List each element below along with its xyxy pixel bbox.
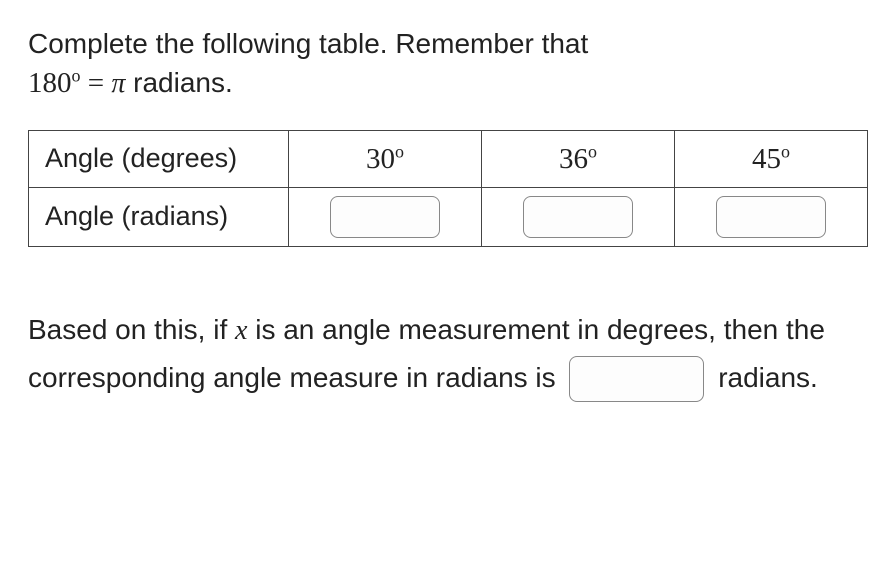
pi-symbol: π (111, 68, 125, 99)
answer-input-rad-1[interactable] (330, 196, 440, 238)
answer-input-rad-3[interactable] (716, 196, 826, 238)
row-label-radians: Angle (radians) (29, 188, 289, 247)
answer-input-rad-2[interactable] (523, 196, 633, 238)
conversion-table: Angle (degrees) 30o 36o 45o Angle (radia… (28, 130, 868, 248)
degree-cell-3: 45o (675, 130, 868, 188)
follow-chunk-3: radians. (710, 362, 817, 393)
answer-input-formula[interactable] (569, 356, 704, 402)
degree-cell-2: 36o (482, 130, 675, 188)
table-row-degrees: Angle (degrees) 30o 36o 45o (29, 130, 868, 188)
variable-x: x (235, 315, 247, 346)
instruction-line-1: Complete the following table. Remember t… (28, 28, 588, 59)
row-label-degrees: Angle (degrees) (29, 130, 289, 188)
radian-cell-3 (675, 188, 868, 247)
radian-cell-2 (482, 188, 675, 247)
follow-chunk-1: Based on this, if (28, 314, 235, 345)
radian-cell-1 (289, 188, 482, 247)
equals-sign: = (88, 67, 112, 99)
table-row-radians: Angle (radians) (29, 188, 868, 247)
instructions-text: Complete the following table. Remember t… (28, 24, 868, 104)
degree-cell-1: 30o (289, 130, 482, 188)
instruction-180: 180o (28, 67, 88, 99)
follow-up-question: Based on this, if x is an angle measurem… (28, 307, 868, 402)
radians-word: radians. (125, 67, 232, 98)
